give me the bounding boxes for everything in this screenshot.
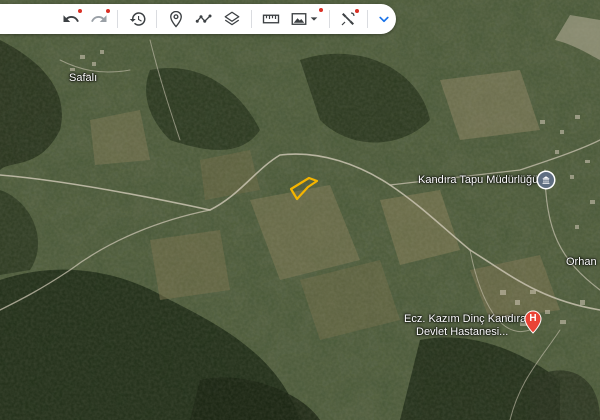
hospital-label-line1[interactable]: Ecz. Kazım Dinç Kandıra xyxy=(404,313,526,326)
toolbar-divider xyxy=(367,10,368,28)
government-building-icon[interactable] xyxy=(538,172,554,188)
undo-badge xyxy=(78,9,82,13)
draw-path-button[interactable] xyxy=(193,8,215,30)
redo-badge xyxy=(106,9,110,13)
toolbar-divider xyxy=(156,10,157,28)
undo-button[interactable] xyxy=(60,8,82,30)
undo-icon xyxy=(63,15,79,22)
history-icon xyxy=(129,12,146,26)
measure-button[interactable] xyxy=(260,8,282,30)
dropdown-caret-icon xyxy=(310,17,318,21)
history-button[interactable] xyxy=(127,8,149,30)
toolbar-divider xyxy=(251,10,252,28)
image-overlay-icon xyxy=(291,13,307,25)
place-label-tapu[interactable]: Kandıra Tapu Müdürlüğü xyxy=(418,174,538,187)
map-toolbar xyxy=(0,4,396,34)
place-label-orhan[interactable]: Orhan xyxy=(566,256,597,269)
image-overlay-button[interactable] xyxy=(288,8,310,30)
ruler-icon xyxy=(262,14,280,24)
place-label-safali[interactable]: Safalı xyxy=(69,72,97,85)
overlay-badge xyxy=(319,8,323,12)
image-overlay-dropdown[interactable] xyxy=(308,8,323,30)
redo-icon xyxy=(91,15,107,22)
layers-button[interactable] xyxy=(221,8,243,30)
hospital-pin-glyph: H xyxy=(529,313,537,324)
redo-button[interactable] xyxy=(88,8,110,30)
chevron-down-icon xyxy=(379,16,389,23)
toolbar-divider xyxy=(117,10,118,28)
satellite-tools-badge xyxy=(355,9,359,13)
path-icon xyxy=(195,14,212,23)
hospital-label-line2[interactable]: Devlet Hastanesi... xyxy=(416,326,508,339)
satellite-tools-icon xyxy=(341,12,355,26)
hospital-pin-icon[interactable]: H xyxy=(524,310,542,334)
placemark-icon xyxy=(170,10,182,28)
layers-icon xyxy=(224,11,240,26)
toolbar-divider xyxy=(329,10,330,28)
add-placemark-button[interactable] xyxy=(165,8,187,30)
satellite-map[interactable] xyxy=(0,0,600,420)
satellite-tools-button[interactable] xyxy=(337,8,359,30)
expand-toolbar-button[interactable] xyxy=(373,8,395,30)
